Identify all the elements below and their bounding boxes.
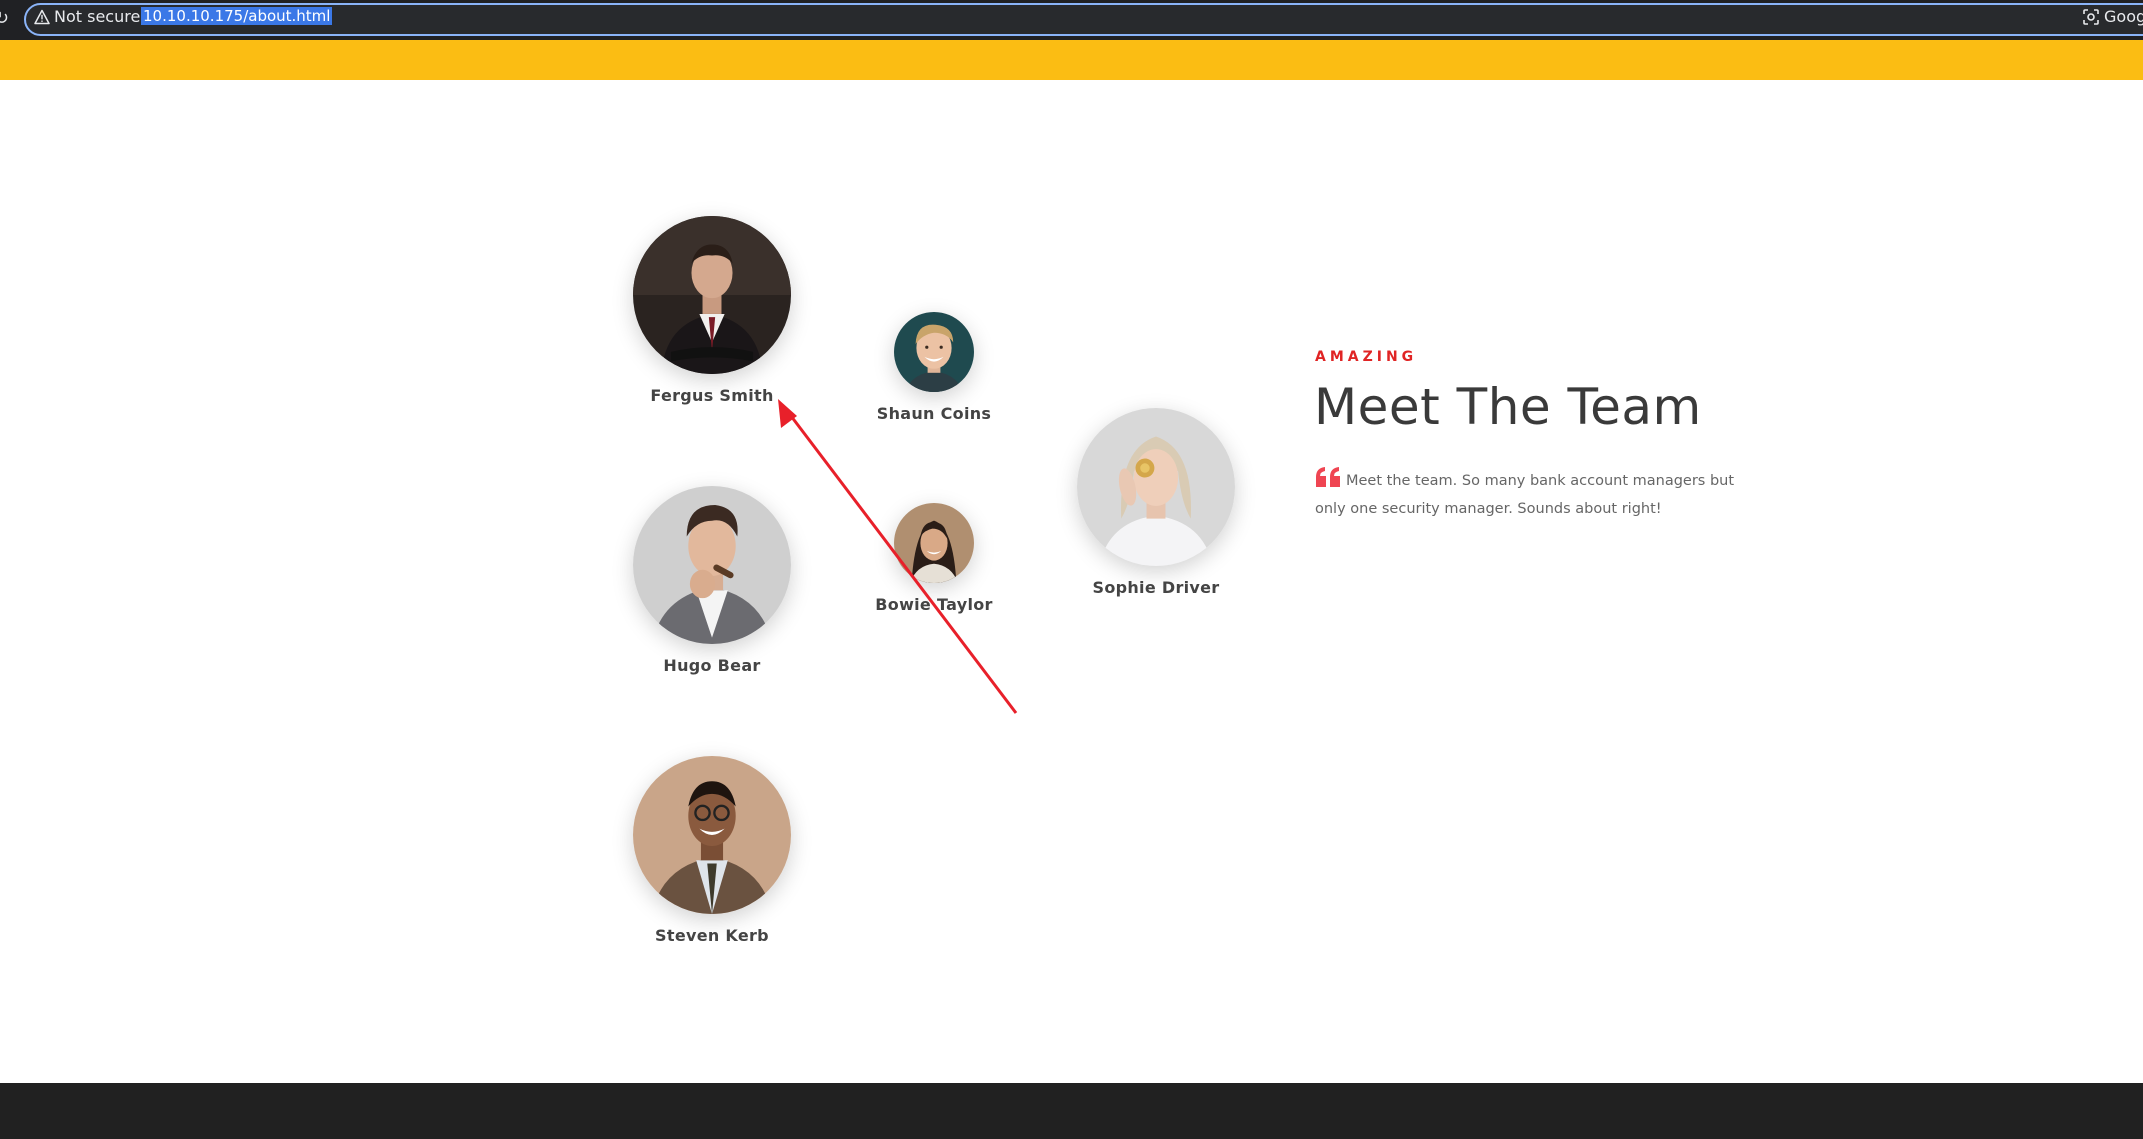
quote-text: Meet the team. So many bank account mana… bbox=[1315, 473, 1735, 517]
site-header-band bbox=[0, 40, 2143, 80]
avatar bbox=[633, 486, 791, 644]
portrait-fergus-smith bbox=[633, 216, 791, 374]
section-heading: Meet The Team bbox=[1314, 378, 1702, 436]
member-name: Shaun Coins bbox=[876, 404, 992, 423]
google-lens-icon[interactable] bbox=[2082, 8, 2100, 26]
team-member-fergus-smith: Fergus Smith bbox=[632, 216, 792, 405]
avatar bbox=[894, 503, 974, 583]
portrait-shaun-coins bbox=[894, 312, 974, 392]
team-member-sophie-driver: Sophie Driver bbox=[1076, 408, 1236, 597]
site-footer bbox=[0, 1083, 2143, 1139]
quote-icon bbox=[1316, 467, 1340, 487]
portrait-bowie-taylor bbox=[894, 503, 974, 583]
security-indicator[interactable]: Not secure bbox=[54, 7, 140, 26]
reload-icon[interactable]: ↻ bbox=[0, 8, 9, 29]
quote-block: Meet the team. So many bank account mana… bbox=[1315, 466, 1735, 523]
team-member-hugo-bear: Hugo Bear bbox=[632, 486, 792, 675]
url-text[interactable]: 10.10.10.175/about.html bbox=[141, 7, 333, 25]
avatar bbox=[633, 216, 791, 374]
member-name: Hugo Bear bbox=[663, 656, 761, 675]
team-member-steven-kerb: Steven Kerb bbox=[632, 756, 792, 945]
avatar bbox=[1077, 408, 1235, 566]
address-bar[interactable] bbox=[24, 3, 2143, 36]
warning-icon[interactable] bbox=[34, 9, 50, 25]
member-name: Fergus Smith bbox=[650, 386, 774, 405]
portrait-hugo-bear bbox=[633, 486, 791, 644]
portrait-sophie-driver bbox=[1077, 408, 1235, 566]
section-eyebrow: AMAZING bbox=[1315, 349, 1418, 365]
browser-toolbar: ↻ Not secure 10.10.10.175/about.html Goo… bbox=[0, 0, 2143, 40]
member-name: Steven Kerb bbox=[655, 926, 769, 945]
avatar bbox=[894, 312, 974, 392]
member-name: Bowie Taylor bbox=[875, 595, 993, 614]
portrait-steven-kerb bbox=[633, 756, 791, 914]
avatar bbox=[633, 756, 791, 914]
team-member-bowie-taylor: Bowie Taylor bbox=[854, 503, 1014, 614]
annotation-arrow bbox=[778, 399, 1018, 714]
member-name: Sophie Driver bbox=[1092, 578, 1220, 597]
team-member-shaun-coins: Shaun Coins bbox=[854, 312, 1014, 423]
search-engine-label[interactable]: Goog bbox=[2104, 7, 2143, 26]
